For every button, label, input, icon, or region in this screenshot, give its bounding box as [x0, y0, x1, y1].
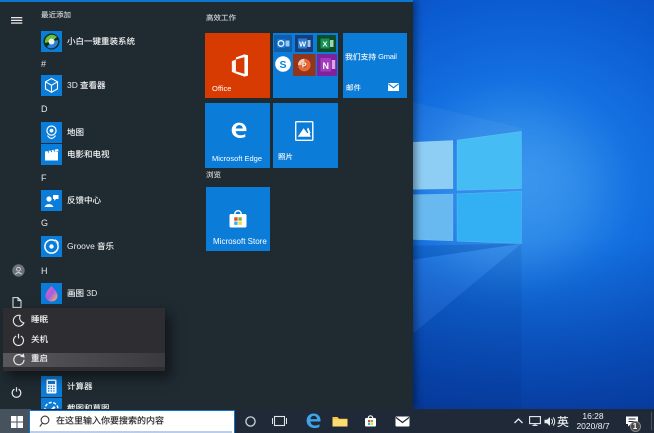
- svg-text:N: N: [322, 60, 329, 70]
- svg-text:X: X: [322, 40, 327, 49]
- svg-text:W: W: [299, 40, 307, 49]
- svg-text:P: P: [302, 62, 307, 69]
- svg-text:S: S: [279, 59, 286, 71]
